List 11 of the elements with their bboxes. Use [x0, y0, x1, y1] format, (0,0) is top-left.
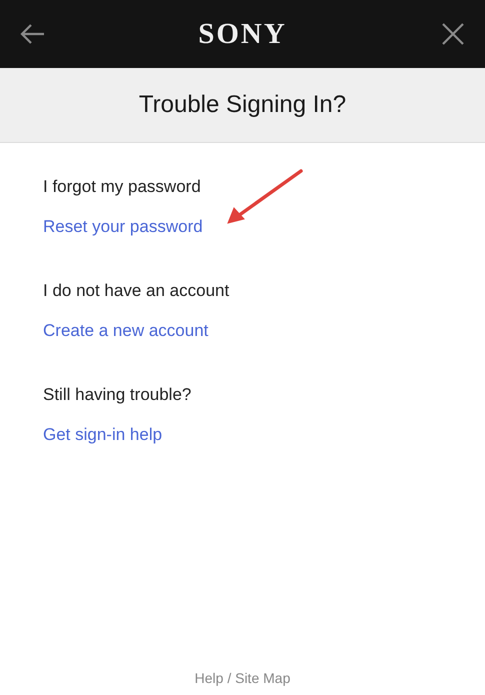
brand-logo: SONY — [198, 20, 287, 48]
page-title: Trouble Signing In? — [138, 90, 346, 120]
close-icon — [442, 23, 464, 45]
section-label: I forgot my password — [43, 176, 201, 198]
help-link[interactable]: Create a new account — [43, 319, 208, 343]
section-label: I do not have an account — [43, 280, 230, 302]
help-link[interactable]: Get sign-in help — [43, 423, 162, 447]
back-arrow-icon — [19, 23, 45, 45]
footer-link[interactable]: Help / Site Map — [194, 669, 290, 687]
help-link[interactable]: Reset your password — [43, 215, 203, 239]
section-label: Still having trouble? — [43, 384, 192, 406]
